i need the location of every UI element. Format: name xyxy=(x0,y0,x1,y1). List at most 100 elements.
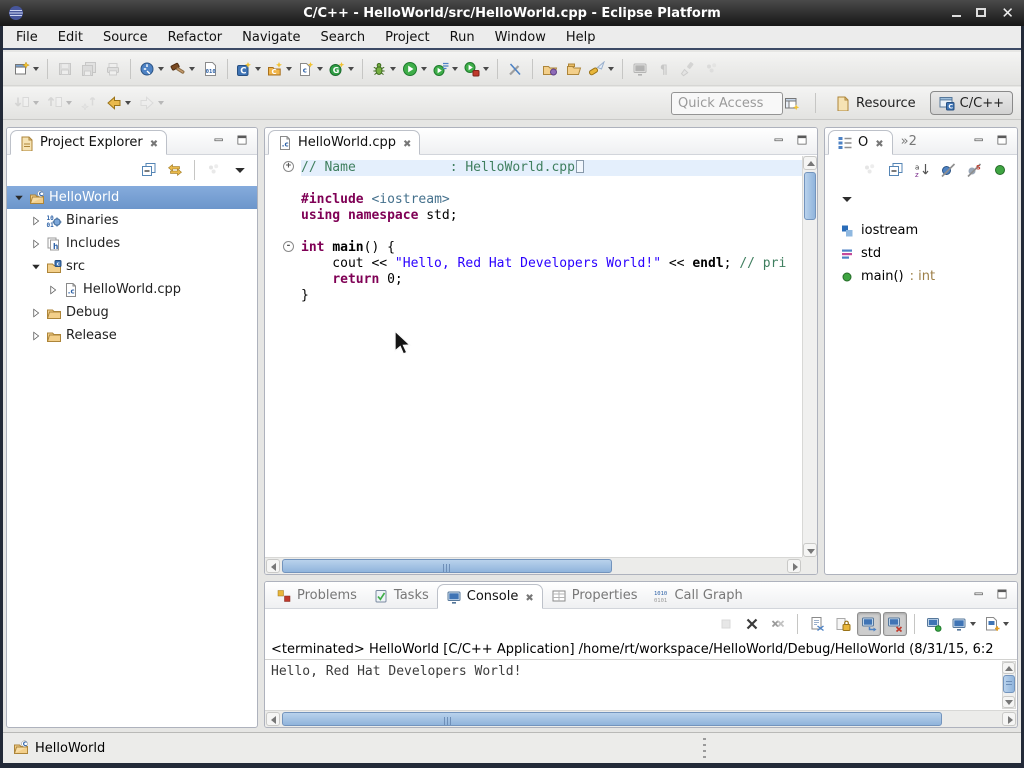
sort-az-button[interactable]: az xyxy=(910,158,934,182)
new-green-button[interactable]: G xyxy=(326,57,357,81)
maximize-view-icon[interactable] xyxy=(996,134,1012,150)
tree-item-debug[interactable]: Debug xyxy=(7,301,257,324)
menu-item-project[interactable]: Project xyxy=(375,27,439,48)
clear-console-button[interactable] xyxy=(805,612,829,636)
tab-project-explorer[interactable]: Project Explorer xyxy=(10,130,167,155)
tree-item-helloworld[interactable]: CHelloWorld xyxy=(7,186,257,209)
debug-dropdown[interactable] xyxy=(390,67,396,71)
fold-expand-icon[interactable]: + xyxy=(283,161,294,172)
editor-vertical-scrollbar[interactable] xyxy=(802,156,817,557)
build-hammer-button[interactable] xyxy=(167,57,198,81)
new-c-project-button[interactable]: C xyxy=(233,57,264,81)
external-tools-button[interactable] xyxy=(461,57,492,81)
tree-item-release[interactable]: Release xyxy=(7,324,257,347)
hide-fields-button[interactable] xyxy=(936,158,960,182)
collapse-all-button[interactable] xyxy=(884,158,908,182)
tree-item-binaries[interactable]: 1001Binaries xyxy=(7,209,257,232)
close-tab-icon[interactable] xyxy=(150,136,158,150)
tree-expander-closed-icon[interactable] xyxy=(30,238,42,250)
hide-nonpublic-button[interactable] xyxy=(988,158,1012,182)
tab-console[interactable]: Console xyxy=(437,584,543,609)
tab-helloworld-cpp[interactable]: .c HelloWorld.cpp xyxy=(268,130,420,155)
close-tab-icon[interactable] xyxy=(875,136,883,150)
minimize-view-icon[interactable] xyxy=(213,134,229,150)
debug-button[interactable] xyxy=(368,57,399,81)
outline-item-iostream[interactable]: iostream xyxy=(825,219,1017,242)
run-button[interactable] xyxy=(399,57,430,81)
close-tab-icon[interactable] xyxy=(403,136,411,150)
back-arrow-button[interactable] xyxy=(103,91,134,115)
scrollbar-thumb[interactable] xyxy=(282,559,612,573)
scroll-right-button[interactable] xyxy=(787,559,801,573)
open-console-button[interactable] xyxy=(981,612,1012,636)
stderr-button[interactable] xyxy=(883,612,907,636)
menu-item-source[interactable]: Source xyxy=(93,27,158,48)
menu-item-edit[interactable]: Edit xyxy=(48,27,93,48)
new-green-dropdown[interactable] xyxy=(348,67,354,71)
code-analysis-dropdown[interactable] xyxy=(158,67,164,71)
new-wizard-dropdown[interactable] xyxy=(33,67,39,71)
link-editor-button[interactable] xyxy=(163,158,187,182)
display-console-button[interactable] xyxy=(948,612,979,636)
tree-expander-closed-icon[interactable] xyxy=(30,330,42,342)
minimize-view-icon[interactable] xyxy=(973,588,989,604)
minimize-button[interactable] xyxy=(952,7,961,20)
tree-expander-closed-icon[interactable] xyxy=(30,307,42,319)
tree-expander-open-icon[interactable] xyxy=(30,261,42,273)
menu-item-window[interactable]: Window xyxy=(485,27,556,48)
tab-problems[interactable]: Problems xyxy=(268,583,365,608)
tree-item-helloworld-cpp[interactable]: .cHelloWorld.cpp xyxy=(7,278,257,301)
outline-item-std[interactable]: std xyxy=(825,242,1017,265)
search-flashlight-button[interactable] xyxy=(586,57,617,81)
scroll-down-button[interactable] xyxy=(1002,696,1015,708)
open-perspective-button[interactable] xyxy=(780,91,804,115)
menu-item-refactor[interactable]: Refactor xyxy=(158,27,233,48)
view-menu-button[interactable] xyxy=(835,187,859,211)
tab-tasks[interactable]: Tasks xyxy=(365,583,437,608)
fold-collapse-icon[interactable]: - xyxy=(283,241,294,252)
stdout-button[interactable] xyxy=(857,612,881,636)
maximize-view-icon[interactable] xyxy=(236,134,252,150)
remove-x-button[interactable] xyxy=(740,612,764,636)
menu-item-navigate[interactable]: Navigate xyxy=(232,27,310,48)
scrollbar-thumb[interactable] xyxy=(1003,675,1015,693)
menu-item-search[interactable]: Search xyxy=(310,27,375,48)
menu-item-run[interactable]: Run xyxy=(440,27,485,48)
console-horizontal-scrollbar[interactable] xyxy=(265,710,1017,727)
menu-item-file[interactable]: File xyxy=(6,27,48,48)
scrollbar-thumb[interactable] xyxy=(804,172,816,220)
scroll-down-button[interactable] xyxy=(803,543,817,557)
tree-item-includes[interactable]: hIncludes xyxy=(7,232,257,255)
scroll-left-button[interactable] xyxy=(266,712,280,726)
quick-access-input[interactable] xyxy=(671,92,783,115)
tab-outline[interactable]: O xyxy=(828,130,893,155)
open-resource-button[interactable] xyxy=(562,57,586,81)
new-c-file-dropdown[interactable] xyxy=(317,67,323,71)
close-button[interactable]: ✕ xyxy=(1001,7,1014,20)
maximize-view-icon[interactable] xyxy=(796,134,812,150)
open-console-dropdown[interactable] xyxy=(1003,622,1009,626)
code-analysis-button[interactable] xyxy=(136,57,167,81)
new-wizard-button[interactable] xyxy=(11,57,42,81)
pin-console-button[interactable] xyxy=(922,612,946,636)
new-c-project-dropdown[interactable] xyxy=(255,67,261,71)
scroll-right-button[interactable] xyxy=(1002,712,1016,726)
binary-file-button[interactable]: 010 xyxy=(198,57,222,81)
tree-expander-open-icon[interactable] xyxy=(13,192,25,204)
perspective-resource-button[interactable]: Resource xyxy=(827,92,924,114)
tab-call-graph[interactable]: 10100101Call Graph xyxy=(645,583,750,608)
search-flashlight-dropdown[interactable] xyxy=(608,67,614,71)
editor-horizontal-scrollbar[interactable] xyxy=(265,557,802,574)
back-arrow-dropdown[interactable] xyxy=(125,101,131,105)
run-history-dropdown[interactable] xyxy=(452,67,458,71)
display-console-dropdown[interactable] xyxy=(970,622,976,626)
tab-more-views[interactable]: »2 xyxy=(893,129,925,154)
scroll-lock-button[interactable] xyxy=(831,612,855,636)
outline-item-main-[interactable]: main() : int xyxy=(825,265,1017,288)
tab-properties[interactable]: Properties xyxy=(543,583,646,608)
build-hammer-dropdown[interactable] xyxy=(189,67,195,71)
tree-expander-closed-icon[interactable] xyxy=(47,284,59,296)
minimize-view-icon[interactable] xyxy=(973,134,989,150)
run-dropdown[interactable] xyxy=(421,67,427,71)
menu-item-help[interactable]: Help xyxy=(556,27,606,48)
